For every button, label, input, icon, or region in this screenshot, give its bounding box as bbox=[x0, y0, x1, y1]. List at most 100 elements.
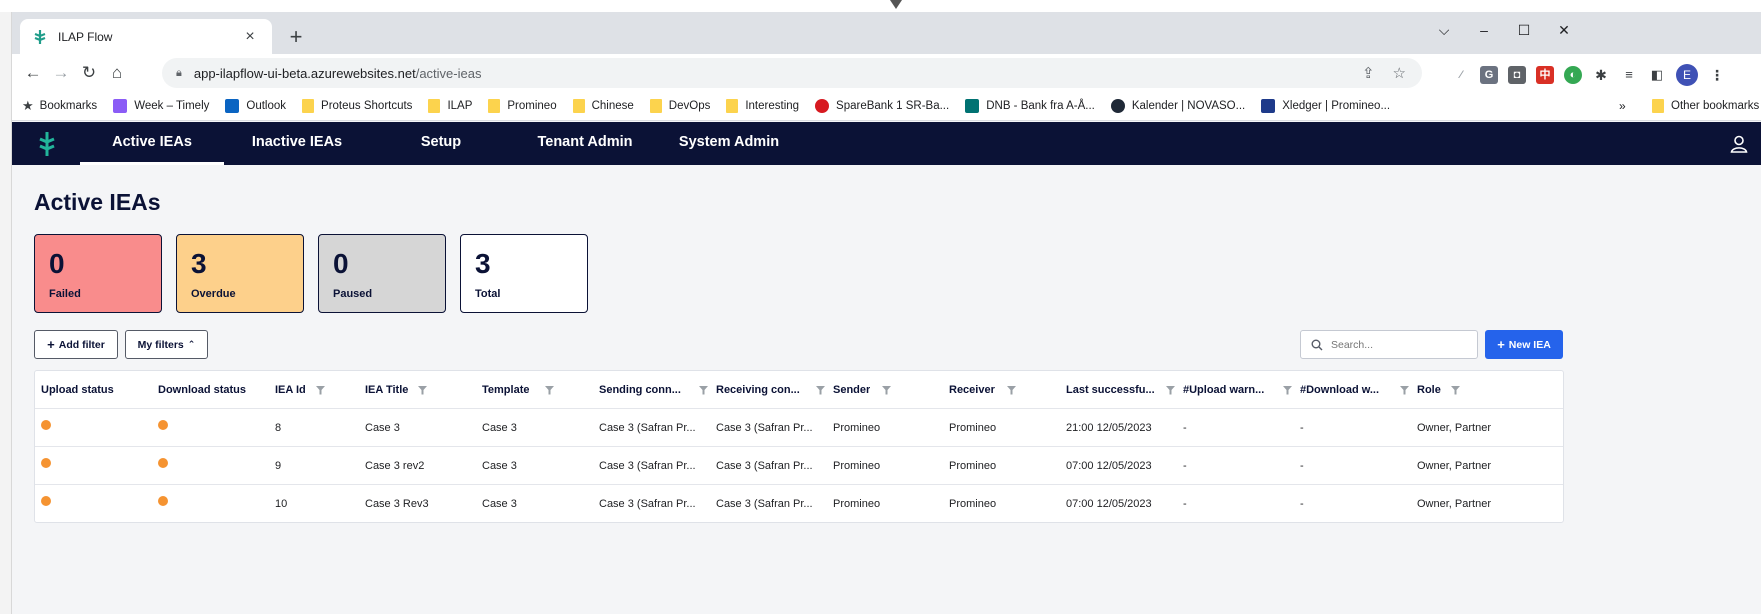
column-header-iea-title[interactable]: IEA Title bbox=[365, 371, 408, 409]
cell-iea-title: Case 3 rev2 bbox=[365, 460, 425, 472]
other-bookmarks[interactable]: Other bookmarks bbox=[1652, 91, 1759, 121]
browser-tab-ilap-flow[interactable]: ILAP Flow × bbox=[20, 19, 272, 54]
user-account-icon[interactable] bbox=[1729, 134, 1749, 154]
bookmark-bookmarks[interactable]: ★ Bookmarks bbox=[22, 98, 97, 114]
cell-receiving-connection: Case 3 (Safran Pr... bbox=[716, 422, 813, 434]
ilap-flow-logo[interactable] bbox=[36, 130, 58, 158]
bookmark-xledger[interactable]: Xledger | Promineo... bbox=[1261, 98, 1390, 113]
bookmark-proteus-shortcuts[interactable]: Proteus Shortcuts bbox=[302, 98, 412, 113]
extensions-puzzle-icon[interactable]: ✱ bbox=[1592, 66, 1610, 84]
add-filter-button[interactable]: + Add filter bbox=[34, 330, 118, 359]
stat-card-overdue[interactable]: 3 Overdue bbox=[176, 234, 304, 313]
nav-system-admin[interactable]: System Admin bbox=[672, 122, 786, 165]
stat-card-paused[interactable]: 0 Paused bbox=[318, 234, 446, 313]
column-header-sending-connection[interactable]: Sending conn... bbox=[599, 371, 681, 409]
profile-avatar[interactable]: E bbox=[1676, 64, 1698, 86]
address-bar[interactable]: 🔒︎ app-ilapflow-ui-beta.azurewebsites.ne… bbox=[162, 58, 1422, 88]
bookmark-chinese[interactable]: Chinese bbox=[572, 98, 634, 113]
cell-iea-id: 10 bbox=[275, 498, 288, 510]
download-status-indicator bbox=[158, 447, 168, 485]
tab-search-dropdown-icon[interactable]: ⌵ bbox=[1430, 22, 1458, 44]
forward-icon[interactable]: → bbox=[48, 60, 74, 86]
side-panel-icon[interactable]: ◧ bbox=[1648, 66, 1666, 84]
bookmark-sparebank[interactable]: SpareBank 1 SR-Ba... bbox=[815, 98, 949, 113]
column-header-download-warnings[interactable]: #Download w... bbox=[1300, 371, 1379, 409]
minimize-icon[interactable]: – bbox=[1470, 22, 1498, 44]
nav-inactive-ieas[interactable]: Inactive IEAs bbox=[240, 122, 354, 165]
filter-icon[interactable] bbox=[1007, 386, 1016, 395]
bookmark-novaso[interactable]: Kalender | NOVASO... bbox=[1110, 98, 1245, 113]
extension-chat-icon[interactable]: ◘ bbox=[1508, 66, 1526, 84]
url-path: /active-ieas bbox=[415, 65, 482, 81]
new-tab-button[interactable]: + bbox=[282, 24, 310, 52]
browser-menu-icon[interactable]: ⋮ bbox=[1708, 66, 1726, 84]
filter-icon[interactable] bbox=[418, 386, 427, 395]
share-icon[interactable]: ⇪ bbox=[1362, 64, 1375, 82]
download-status-indicator bbox=[158, 409, 168, 447]
filter-icon[interactable] bbox=[1451, 386, 1460, 395]
stat-value: 0 bbox=[333, 248, 349, 279]
filter-icon[interactable] bbox=[816, 386, 825, 395]
column-header-receiving-connection[interactable]: Receiving con... bbox=[716, 371, 800, 409]
folder-icon bbox=[1652, 99, 1664, 113]
column-header-last-successful[interactable]: Last successfu... bbox=[1066, 371, 1155, 409]
column-header-download-status[interactable]: Download status bbox=[158, 371, 246, 409]
bookmark-promineo[interactable]: Promineo bbox=[488, 98, 557, 113]
my-filters-button[interactable]: My filters ⌃ bbox=[125, 330, 208, 359]
home-icon[interactable]: ⌂ bbox=[104, 60, 130, 86]
stat-label: Paused bbox=[333, 288, 373, 300]
bookmark-devops[interactable]: DevOps bbox=[649, 98, 710, 113]
bookmark-interesting[interactable]: Interesting bbox=[726, 98, 799, 113]
filter-icon[interactable] bbox=[1283, 386, 1292, 395]
nav-tenant-admin[interactable]: Tenant Admin bbox=[530, 122, 640, 165]
close-window-icon[interactable]: ✕ bbox=[1550, 22, 1578, 44]
stat-card-failed[interactable]: 0 Failed bbox=[34, 234, 162, 313]
download-status-indicator bbox=[158, 485, 168, 523]
filter-icon[interactable] bbox=[1400, 386, 1409, 395]
extension-red-icon[interactable]: 中 bbox=[1536, 66, 1554, 84]
extension-slash-icon[interactable]: ⁄ bbox=[1452, 66, 1470, 84]
bookmark-star-icon[interactable]: ☆ bbox=[1393, 64, 1406, 82]
table-row[interactable]: 10 Case 3 Rev3 Case 3 Case 3 (Safran Pr.… bbox=[35, 485, 1563, 523]
column-header-upload-warnings[interactable]: #Upload warn... bbox=[1183, 371, 1264, 409]
nav-setup[interactable]: Setup bbox=[410, 122, 472, 165]
table-header: Upload status Download status IEA Id IEA… bbox=[35, 371, 1563, 409]
column-header-upload-status[interactable]: Upload status bbox=[41, 371, 114, 409]
stat-card-total[interactable]: 3 Total bbox=[460, 234, 588, 313]
extension-circle-icon[interactable]: ◐ bbox=[1564, 66, 1582, 84]
filter-icon[interactable] bbox=[882, 386, 891, 395]
search-box[interactable] bbox=[1300, 330, 1478, 359]
nav-active-ieas[interactable]: Active IEAs bbox=[80, 122, 224, 165]
column-header-template[interactable]: Template bbox=[482, 371, 529, 409]
bookmark-outlook[interactable]: Outlook bbox=[225, 98, 286, 113]
maximize-icon[interactable]: ☐ bbox=[1510, 22, 1538, 44]
filter-icon[interactable] bbox=[1166, 386, 1175, 395]
tab-close-icon[interactable]: × bbox=[240, 28, 260, 46]
bookmark-dnb[interactable]: DNB - Bank fra A-Å... bbox=[965, 98, 1095, 113]
bookmark-ilap[interactable]: ILAP bbox=[428, 98, 472, 113]
reading-list-icon[interactable]: ≡ bbox=[1620, 66, 1638, 84]
cell-template: Case 3 bbox=[482, 422, 517, 434]
column-header-sender[interactable]: Sender bbox=[833, 371, 870, 409]
cell-sending-connection: Case 3 (Safran Pr... bbox=[599, 422, 696, 434]
column-header-role[interactable]: Role bbox=[1417, 371, 1441, 409]
back-icon[interactable]: ← bbox=[20, 60, 46, 86]
column-header-iea-id[interactable]: IEA Id bbox=[275, 371, 306, 409]
column-header-receiver[interactable]: Receiver bbox=[949, 371, 995, 409]
search-input[interactable] bbox=[1331, 338, 1461, 351]
filter-icon[interactable] bbox=[699, 386, 708, 395]
table-row[interactable]: 8 Case 3 Case 3 Case 3 (Safran Pr... Cas… bbox=[35, 409, 1563, 447]
filter-icon[interactable] bbox=[316, 386, 325, 395]
more-bookmarks-icon[interactable]: » bbox=[1619, 99, 1626, 113]
bookmark-timely[interactable]: Week – Timely bbox=[113, 98, 209, 113]
cell-upload-warnings: - bbox=[1183, 460, 1187, 472]
extension-g-icon[interactable]: G bbox=[1480, 66, 1498, 84]
cell-upload-warnings: - bbox=[1183, 422, 1187, 434]
table-row[interactable]: 9 Case 3 rev2 Case 3 Case 3 (Safran Pr..… bbox=[35, 447, 1563, 485]
extensions-row: ⁄ G ◘ 中 ◐ ✱ ≡ ◧ E ⋮ bbox=[1452, 64, 1726, 86]
stat-value: 3 bbox=[191, 248, 207, 279]
new-iea-button[interactable]: + New IEA bbox=[1485, 330, 1563, 359]
reload-icon[interactable]: ↻ bbox=[76, 60, 102, 86]
filter-icon[interactable] bbox=[545, 386, 554, 395]
cell-receiving-connection: Case 3 (Safran Pr... bbox=[716, 460, 813, 472]
